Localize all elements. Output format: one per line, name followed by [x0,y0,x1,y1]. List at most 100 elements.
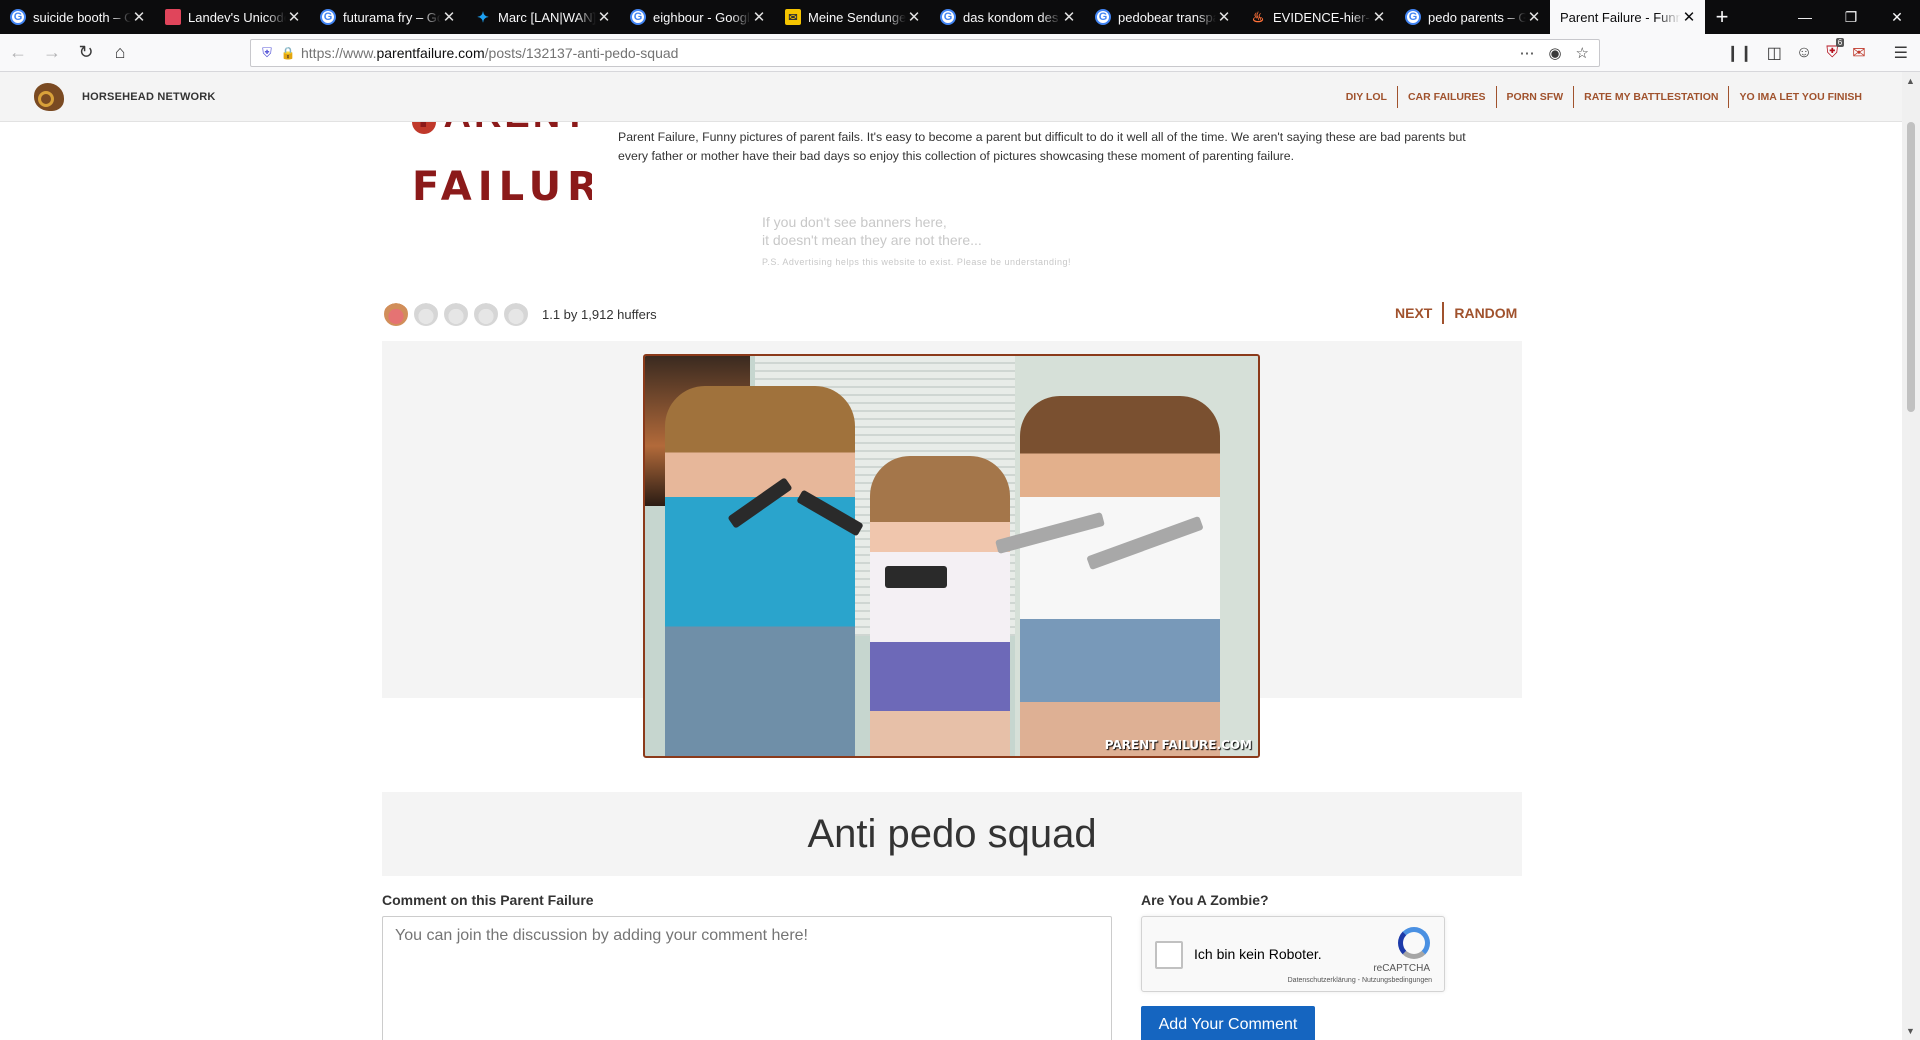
title-panel: Anti pedo squad [382,792,1522,876]
random-link[interactable]: RANDOM [1442,302,1527,324]
image-watermark: PARENT FAILURE.COM [1104,738,1252,752]
tab-title: pedobear transpa [1118,9,1216,25]
tab-strip: Gsuicide booth – Go ✕ Landev's Unicode ✕ Gfu… [0,0,1920,34]
site-logo[interactable]: PARENT FAILURE [412,122,592,214]
url-text[interactable]: https://www.parentfailure.com/posts/1321… [301,45,678,61]
recaptcha-checkbox[interactable] [1155,941,1183,969]
rating-text: 1.1 by 1,912 huffers [542,306,657,322]
close-tab-icon[interactable]: ✕ [1526,8,1542,26]
minimize-icon[interactable]: — [1782,0,1828,34]
browser-tab[interactable]: Gfuturama fry – Go ✕ [310,0,465,34]
post-pager: NEXT RANDOM [1385,302,1527,324]
ublock-icon[interactable]: ⛨ 6 [1826,38,1845,62]
image-panel: PARENT FAILURE.COM [382,341,1522,758]
sidebar-icon[interactable]: ◫ [1767,43,1782,63]
page-scrollbar[interactable]: ▲ ▼ [1902,72,1920,1040]
browser-tab[interactable]: Gpedobear transpa ✕ [1085,0,1240,34]
addon-badge: 6 [1835,38,1845,47]
tracking-shield-icon[interactable]: ⛨ [255,45,279,61]
scrollbar-thumb[interactable] [1907,122,1915,412]
add-comment-button[interactable]: Add Your Comment [1141,1006,1315,1040]
page-actions-icon[interactable]: ⋯ [1519,44,1534,62]
network-link[interactable]: PORN SFW [1495,85,1574,108]
browser-tab[interactable]: ✉ Meine Sendungen ✕ [775,0,930,34]
browser-tab[interactable]: Parent Failure - Funny ✕ [1550,0,1705,34]
comment-input[interactable] [382,916,1112,1040]
browser-tab[interactable]: Gdas kondom des g ✕ [930,0,1085,34]
browser-tab[interactable]: ✦ Marc [LAN|WAN] ✕ [465,0,620,34]
rating-paw-icon[interactable] [474,302,498,326]
pocket-icon[interactable]: ◉ [1548,44,1561,62]
close-tab-icon[interactable]: ✕ [751,8,767,26]
network-link[interactable]: RATE MY BATTLESTATION [1573,85,1728,108]
network-name[interactable]: HORSEHEAD NETWORK [82,91,216,103]
account-icon[interactable]: ☺ [1796,44,1812,62]
network-link[interactable]: CAR FAILURES [1396,85,1496,108]
window-controls: — ❐ ✕ [1782,0,1920,34]
firefox-favicon-icon: ♨ [1251,8,1265,25]
zombie-label: Are You A Zombie? [1141,892,1269,908]
post-title: Anti pedo squad [807,811,1097,856]
tab-title: pedo parents – Go [1428,9,1526,25]
rating-paw-icon[interactable] [414,302,438,326]
scroll-down-icon[interactable]: ▼ [1906,1026,1915,1036]
lock-icon[interactable]: 🔒 [279,46,297,60]
google-favicon-icon: G [940,9,956,25]
recaptcha-widget: Ich bin kein Roboter. reCAPTCHA Datensch… [1141,916,1445,992]
hamburger-menu-icon[interactable]: ☰ [1894,43,1908,63]
google-favicon-icon: G [320,9,336,25]
google-favicon-icon: G [1405,9,1421,25]
network-bar: HORSEHEAD NETWORK DIY LOL CAR FAILURES POR… [0,72,1902,122]
rating-paw-icon[interactable] [444,302,468,326]
close-tab-icon[interactable]: ✕ [1371,8,1387,26]
ad-notice: If you don't see banners here, it doesn'… [762,214,1071,267]
google-favicon-icon: G [630,9,646,25]
tab-title: Parent Failure - Funny [1560,9,1681,25]
close-window-icon[interactable]: ✕ [1874,0,1920,34]
close-tab-icon[interactable]: ✕ [441,8,457,26]
browser-tab[interactable]: Geighbour - Google ✕ [620,0,775,34]
recaptcha-terms[interactable]: Datenschutzerklärung - Nutzungsbedingung… [1288,977,1432,984]
back-icon[interactable]: ← [2,37,34,69]
rating-paw-icon[interactable] [384,302,408,326]
close-tab-icon[interactable]: ✕ [906,8,922,26]
next-link[interactable]: NEXT [1385,302,1442,324]
bookmark-star-icon[interactable]: ☆ [1576,44,1589,62]
network-link[interactable]: YO IMA LET YOU FINISH [1728,85,1872,108]
close-tab-icon[interactable]: ✕ [1216,8,1232,26]
tab-title: eighbour - Google [653,9,751,25]
tab-title: das kondom des g [963,9,1061,25]
reload-icon[interactable]: ↻ [70,37,102,69]
close-tab-icon[interactable]: ✕ [1681,8,1697,26]
post-image[interactable]: PARENT FAILURE.COM [643,354,1260,758]
browser-tab[interactable]: Gsuicide booth – Go ✕ [0,0,155,34]
network-link[interactable]: DIY LOL [1336,86,1397,108]
browser-tab[interactable]: ♨ EVIDENCE-hier-ha✕ [1240,0,1395,34]
page-content: HORSEHEAD NETWORK DIY LOL CAR FAILURES POR… [0,72,1902,1040]
tab-title: futurama fry – Go [343,9,441,25]
close-tab-icon[interactable]: ✕ [131,8,147,26]
close-tab-icon[interactable]: ✕ [1061,8,1077,26]
home-icon[interactable]: ⌂ [104,37,136,69]
rating-paw-icon[interactable] [504,302,528,326]
site-intro: Parent Failure, Funny pictures of parent… [618,130,1466,163]
new-tab-button[interactable]: + [1705,0,1739,34]
scroll-up-icon[interactable]: ▲ [1906,76,1915,86]
library-icon[interactable]: ❙❙ [1726,43,1753,63]
close-tab-icon[interactable]: ✕ [596,8,612,26]
close-tab-icon[interactable]: ✕ [286,8,302,26]
network-links: DIY LOL CAR FAILURES PORN SFW RATE MY BATTL… [1336,85,1872,108]
browser-tab[interactable]: Landev's Unicode ✕ [155,0,310,34]
url-bar[interactable]: ⛨ 🔒 https://www.parentfailure.com/posts/… [250,39,1600,67]
restore-icon[interactable]: ❐ [1828,0,1874,34]
addon-megaphone-icon[interactable]: ✉ [1852,43,1865,63]
recaptcha-logo-icon [1398,927,1430,959]
forward-icon[interactable]: → [36,37,68,69]
mail-favicon-icon: ✉ [785,9,801,25]
browser-tab[interactable]: Gpedo parents – Go ✕ [1395,0,1550,34]
comment-label: Comment on this Parent Failure [382,892,594,908]
recaptcha-brand: reCAPTCHA [1373,963,1430,974]
landev-favicon-icon [165,9,181,25]
horsehead-logo[interactable] [30,81,70,113]
navigation-toolbar: ← → ↻ ⌂ ⛨ 🔒 https://www.parentfailure.co… [0,34,1920,72]
